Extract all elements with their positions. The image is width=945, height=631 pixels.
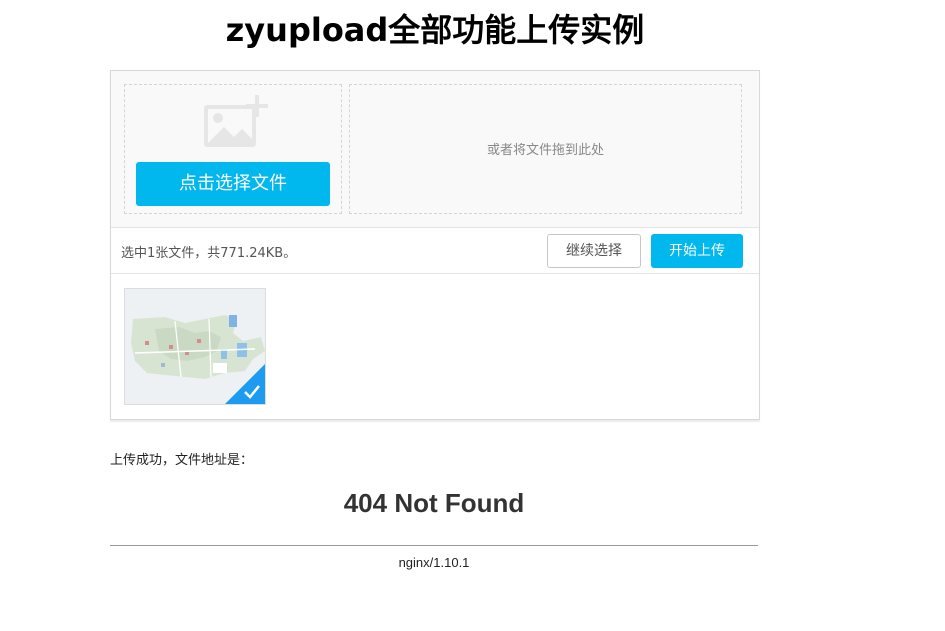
upload-success-badge [225, 364, 265, 404]
choose-file-button[interactable]: 点击选择文件 [136, 162, 330, 206]
drag-drop-zone[interactable]: 或者将文件拖到此处 [349, 84, 742, 214]
selection-summary: 选中1张文件，共771.24KB。 [121, 246, 297, 261]
start-upload-button[interactable]: 开始上传 [651, 234, 743, 268]
file-thumbnail[interactable] [124, 288, 266, 405]
divider [110, 545, 758, 546]
add-image-icon [204, 95, 268, 147]
upload-status-bar: 选中1张文件，共771.24KB。 继续选择 开始上传 [111, 228, 759, 274]
file-list [111, 274, 759, 419]
file-select-box[interactable]: 点击选择文件 [124, 84, 342, 214]
server-footer: nginx/1.10.1 [398, 555, 470, 570]
uploader-panel: 点击选择文件 或者将文件拖到此处 选中1张文件，共771.24KB。 继续选择 … [110, 70, 760, 420]
upload-result-label: 上传成功，文件地址是： [110, 453, 254, 468]
continue-select-button[interactable]: 继续选择 [547, 234, 641, 268]
drop-hint-text: 或者将文件拖到此处 [486, 143, 604, 158]
page-title: zyupload全部功能上传实例 [225, 11, 645, 49]
upload-drop-row: 点击选择文件 或者将文件拖到此处 [111, 71, 759, 228]
error-heading: 404 Not Found [343, 488, 525, 518]
